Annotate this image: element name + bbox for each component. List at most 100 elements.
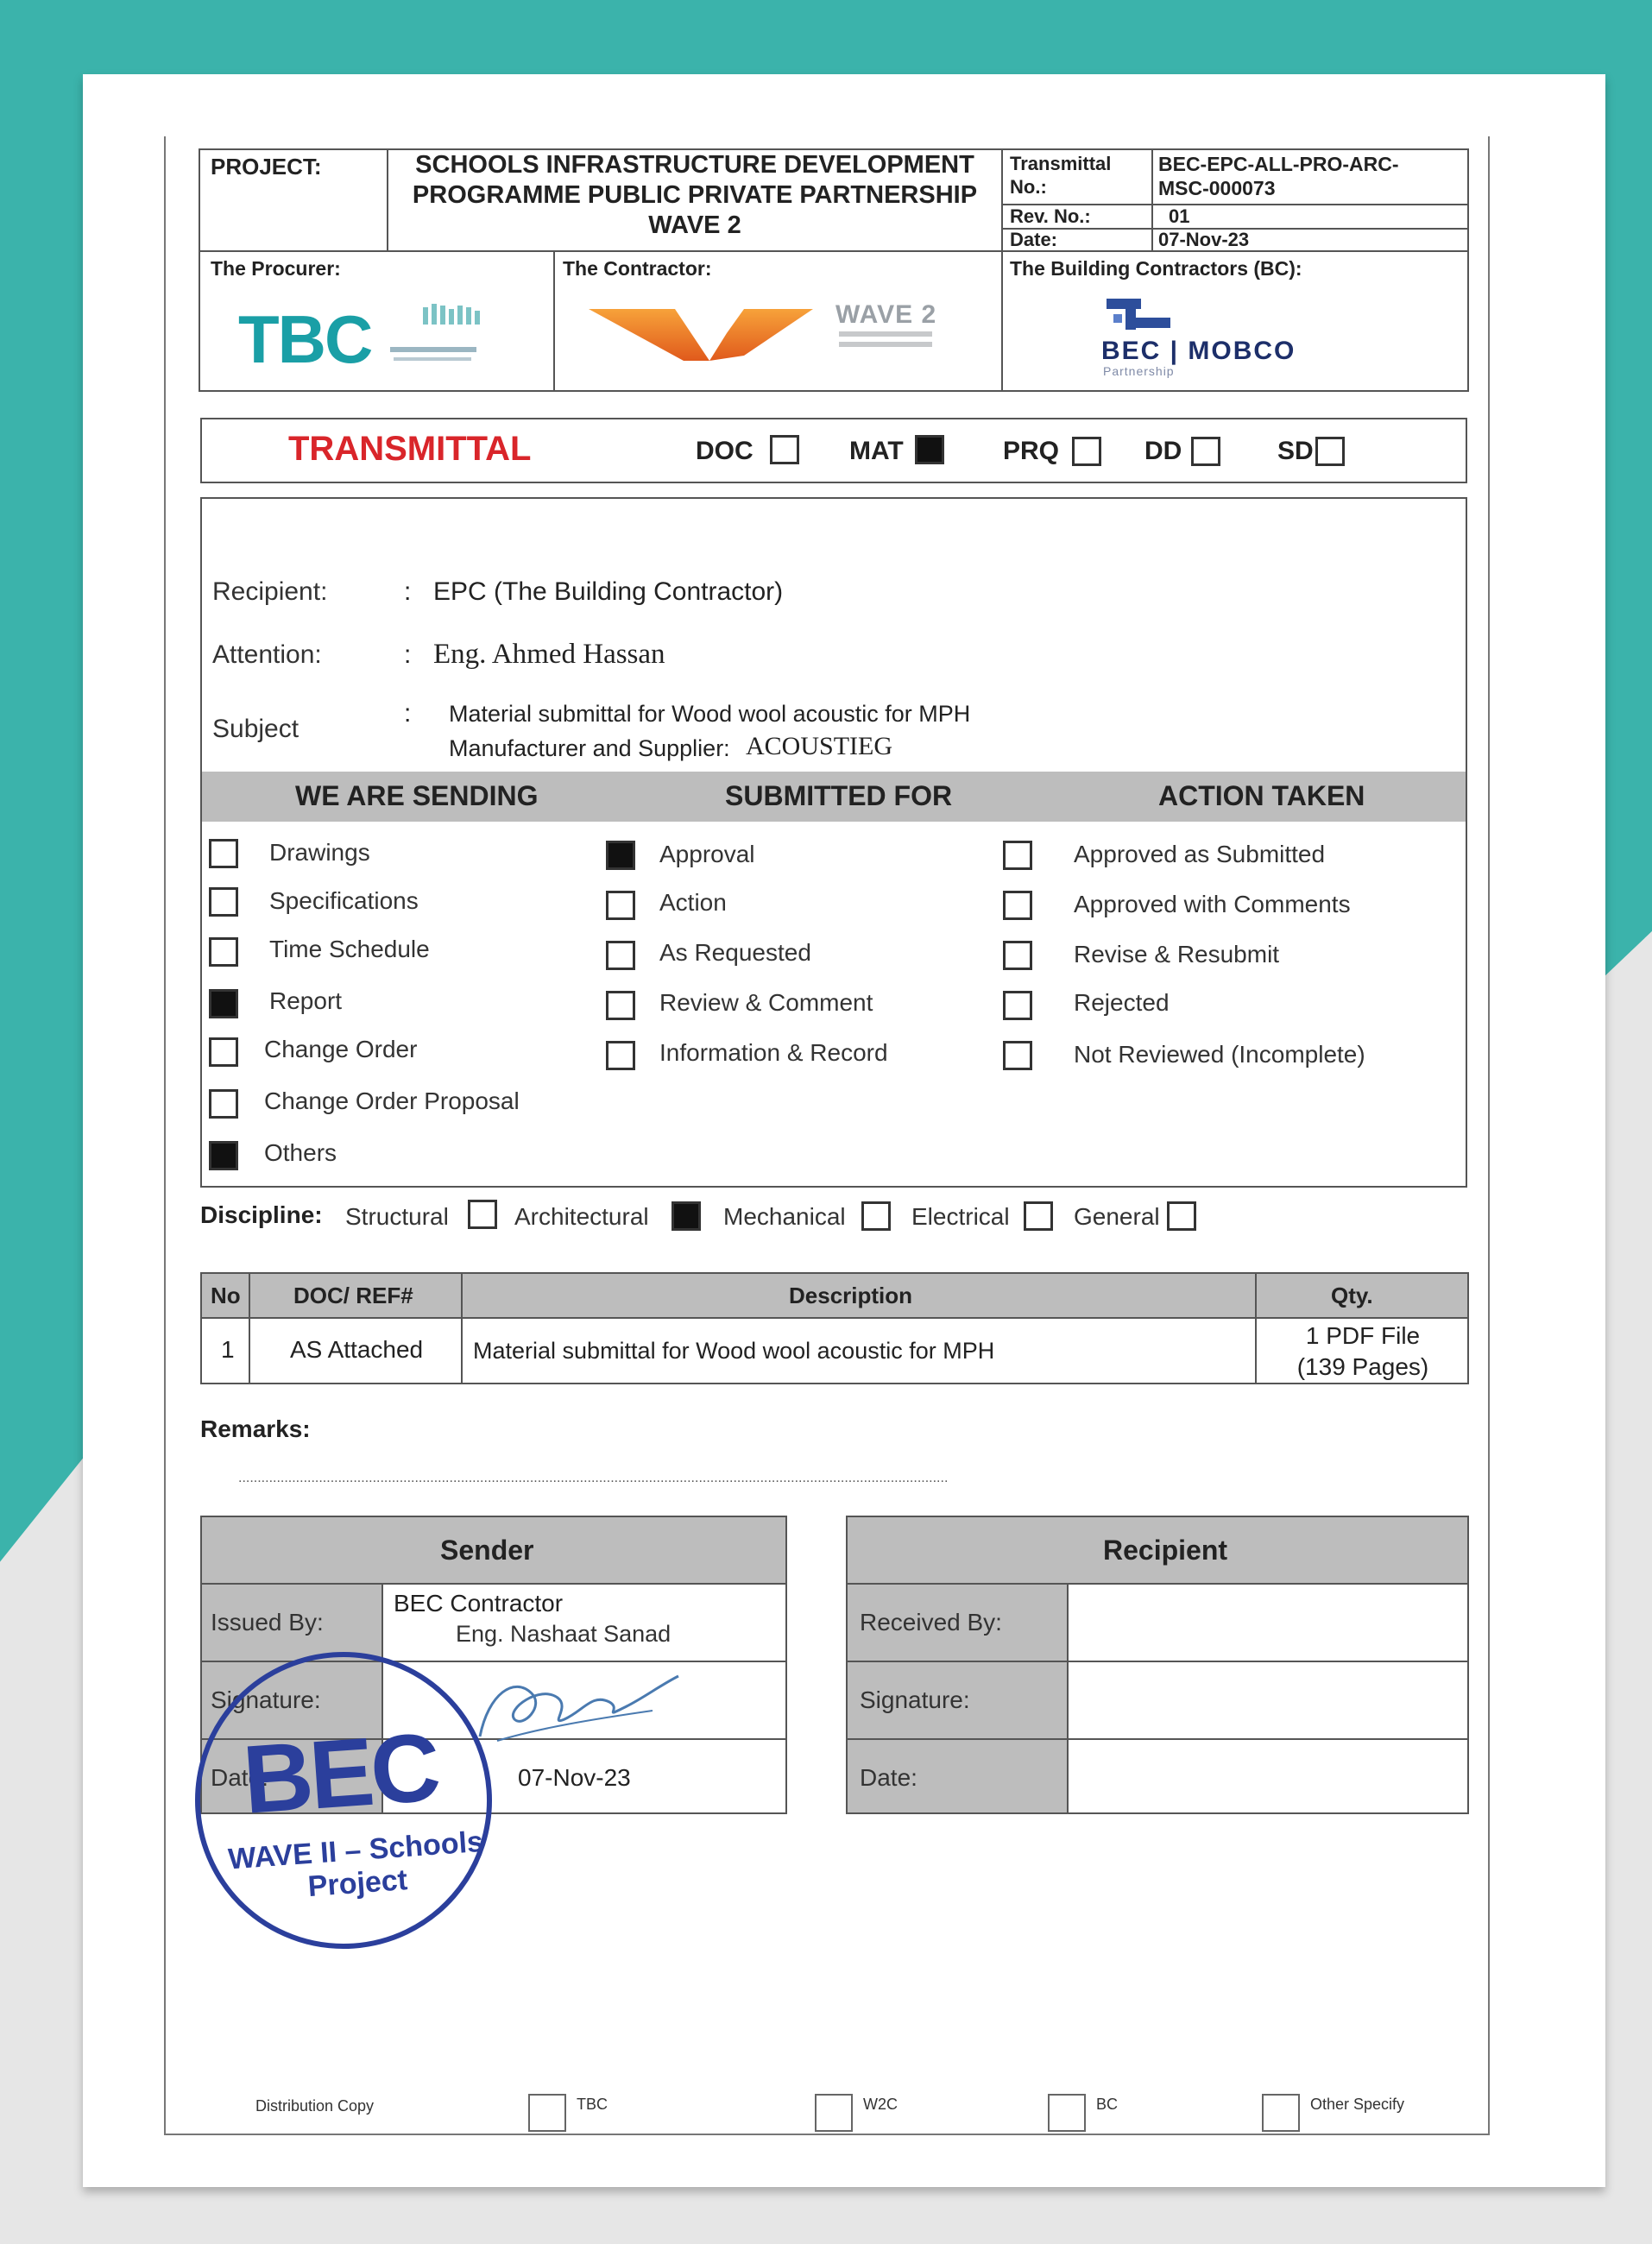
sender-title: Sender: [440, 1535, 534, 1566]
rev-label: Rev. No.:: [1010, 205, 1091, 227]
discipline-mechanical-checkbox[interactable]: [861, 1201, 891, 1231]
action-taken-header: ACTION TAKEN: [1158, 780, 1365, 811]
submitted-as-requested-label: As Requested: [659, 939, 811, 966]
distribution-tbc-checkbox[interactable]: [528, 2094, 566, 2132]
issued-by-line-2: Eng. Nashaat Sanad: [456, 1621, 672, 1647]
submitted-approval-label: Approval: [659, 841, 755, 867]
sending-time-schedule-checkbox[interactable]: [209, 937, 238, 967]
bec-mobco-logo: BEC | MOBCO: [1101, 337, 1296, 365]
distribution-bc-checkbox[interactable]: [1048, 2094, 1086, 2132]
wave2-chevron-logo-icon: [589, 309, 813, 361]
distribution-tbc-label: TBC: [577, 2096, 608, 2113]
submitted-information-record-checkbox[interactable]: [606, 1041, 635, 1070]
type-doc-checkbox[interactable]: [770, 435, 799, 464]
type-sd-label: SD: [1277, 437, 1314, 465]
sending-change-order-checkbox[interactable]: [209, 1037, 238, 1067]
submitted-approval-checkbox[interactable]: [606, 841, 635, 870]
transmittal-no-value: BEC-EPC-ALL-PRO-ARC- MSC-000073: [1158, 153, 1399, 199]
sending-change-order-label: Change Order: [264, 1036, 418, 1062]
recipient-value: EPC (The Building Contractor): [433, 577, 784, 606]
sending-drawings-label: Drawings: [269, 839, 370, 866]
transmittal-title: TRANSMITTAL: [288, 430, 532, 468]
discipline-general-label: General: [1074, 1203, 1160, 1230]
date-label: Date:: [1010, 229, 1058, 250]
type-prq-checkbox[interactable]: [1072, 437, 1101, 466]
subject-line-1: Material submittal for Wood wool acousti…: [449, 701, 971, 727]
subject-label: Subject: [212, 715, 300, 743]
items-header-qty: Qty.: [1331, 1283, 1373, 1308]
action-rejected-checkbox[interactable]: [1003, 991, 1032, 1020]
discipline-structural-label: Structural: [345, 1203, 449, 1230]
recipient-date-label: Date:: [860, 1764, 917, 1791]
subject-line-2-prefix: Manufacturer and Supplier:: [449, 735, 730, 761]
items-header-no: No: [211, 1283, 241, 1308]
type-mat-checkbox[interactable]: [915, 435, 944, 464]
action-not-reviewed-label: Not Reviewed (Incomplete): [1074, 1041, 1365, 1068]
sending-change-order-proposal-checkbox[interactable]: [209, 1089, 238, 1119]
discipline-label: Discipline:: [200, 1201, 323, 1228]
sending-others-checkbox[interactable]: [209, 1141, 238, 1170]
sending-specifications-checkbox[interactable]: [209, 887, 238, 917]
transmittal-document: PROJECT: SCHOOLS INFRASTRUCTURE DEVELOPM…: [83, 74, 1605, 2187]
type-prq-label: PRQ: [1003, 437, 1060, 465]
distribution-other-checkbox[interactable]: [1262, 2094, 1300, 2132]
subject-line-2-value: ACOUSTIEG: [746, 732, 892, 760]
issued-by-line-1: BEC Contractor: [394, 1590, 564, 1617]
bec-mobco-emblem-icon: [1107, 299, 1170, 330]
sending-drawings-checkbox[interactable]: [209, 839, 238, 868]
recipient-signature-label: Signature:: [860, 1686, 970, 1713]
rev-value: 01: [1169, 205, 1190, 227]
recipient-title: Recipient: [1103, 1535, 1228, 1566]
items-header-description: Description: [789, 1283, 913, 1308]
distribution-bc-label: BC: [1096, 2096, 1119, 2113]
submitted-review-comment-label: Review & Comment: [659, 989, 873, 1016]
issued-by-label: Issued By:: [211, 1609, 324, 1636]
submitted-review-comment-checkbox[interactable]: [606, 991, 635, 1020]
project-label: PROJECT:: [211, 154, 322, 180]
transmittal-no-label: Transmittal No.:: [1010, 153, 1112, 198]
discipline-architectural-label: Architectural: [514, 1203, 649, 1230]
type-sd-checkbox[interactable]: [1315, 437, 1345, 466]
discipline-structural-checkbox[interactable]: [468, 1200, 497, 1229]
bc-label: The Building Contractors (BC):: [1010, 257, 1302, 280]
submitted-as-requested-checkbox[interactable]: [606, 941, 635, 970]
action-revise-resubmit-checkbox[interactable]: [1003, 941, 1032, 970]
distribution-other-label: Other Specify: [1310, 2096, 1405, 2113]
items-row-ref: AS Attached: [290, 1336, 424, 1363]
action-not-reviewed-checkbox[interactable]: [1003, 1041, 1032, 1070]
action-rejected-label: Rejected: [1074, 989, 1170, 1016]
partnership-text: Partnership: [1103, 364, 1175, 378]
distribution-w2c-checkbox[interactable]: [815, 2094, 853, 2132]
date-value: 07-Nov-23: [1158, 229, 1250, 250]
type-dd-label: DD: [1144, 437, 1182, 465]
sending-others-label: Others: [264, 1139, 337, 1166]
action-approved-as-submitted-checkbox[interactable]: [1003, 841, 1032, 870]
stamp-name: BEC: [239, 1712, 441, 1834]
submitted-information-record-label: Information & Record: [659, 1039, 888, 1066]
submitted-action-checkbox[interactable]: [606, 891, 635, 920]
wave2-logo-text: WAVE 2: [835, 300, 937, 329]
action-approved-with-comments-checkbox[interactable]: [1003, 891, 1032, 920]
stamp-line-2: Project: [306, 1863, 409, 1904]
handwritten-signature-icon: [478, 1674, 679, 1742]
distribution-label: Distribution Copy: [255, 2097, 375, 2115]
remarks-dotted-line: ........................................…: [238, 1471, 949, 1485]
type-dd-checkbox[interactable]: [1191, 437, 1220, 466]
discipline-electrical-label: Electrical: [911, 1203, 1010, 1230]
sending-specifications-label: Specifications: [269, 887, 419, 914]
sending-report-checkbox[interactable]: [209, 989, 238, 1018]
discipline-general-checkbox[interactable]: [1167, 1201, 1196, 1231]
discipline-architectural-checkbox[interactable]: [672, 1201, 701, 1231]
discipline-electrical-checkbox[interactable]: [1024, 1201, 1053, 1231]
sending-report-label: Report: [269, 987, 343, 1014]
remarks-label: Remarks:: [200, 1415, 311, 1442]
received-by-label: Received By:: [860, 1609, 1002, 1636]
items-row-description: Material submittal for Wood wool acousti…: [473, 1338, 995, 1364]
tbc-logo: TBC: [238, 301, 373, 377]
tbc-arabic-logo-icon: [390, 304, 480, 361]
distribution-w2c-label: W2C: [863, 2096, 898, 2113]
recipient-label: Recipient:: [212, 577, 328, 606]
action-approved-as-submitted-label: Approved as Submitted: [1074, 841, 1326, 867]
items-row-no: 1: [221, 1336, 235, 1363]
sender-date-value: 07-Nov-23: [518, 1764, 631, 1791]
